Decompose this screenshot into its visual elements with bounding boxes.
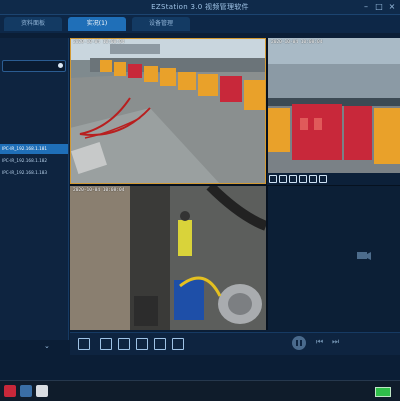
camera-3-timestamp: 2020-10-04 10:08:04 [73, 188, 125, 193]
camera-view-3[interactable]: 2020-10-04 10:08:04 [70, 186, 266, 330]
camera-3-frame [70, 186, 266, 330]
search-icon[interactable] [58, 63, 63, 68]
tab-device-management[interactable]: 设备管理 [132, 17, 190, 31]
device-item[interactable]: IPC-IR_192.168.1.183 [0, 168, 68, 178]
maximize-icon[interactable]: □ [374, 2, 384, 11]
zoom-icon[interactable] [299, 175, 307, 183]
tab-bar: 资料面板 实况(1) 设备管理 [0, 15, 400, 33]
camera-placeholder-icon [357, 252, 371, 260]
title-bar: EZStation 3.0 视频管理软件 – □ × [0, 0, 400, 15]
settings-icon[interactable] [319, 175, 327, 183]
close-icon[interactable]: × [387, 2, 397, 11]
camera-view-2[interactable]: 2020-10-04 10:08:04 [268, 38, 400, 184]
camera-view-4[interactable] [268, 186, 400, 330]
bottom-toolbar: ⏮ ⏭ [70, 332, 400, 355]
chevron-down-icon[interactable]: ⌄ [44, 342, 52, 350]
camera-2-timestamp: 2020-10-04 10:08:04 [271, 40, 323, 45]
search-input[interactable] [2, 60, 66, 72]
camera-view-1[interactable] [70, 38, 266, 184]
close-all-icon[interactable] [172, 338, 184, 350]
camera-2-frame [268, 38, 400, 184]
window-controls: – □ × [361, 2, 397, 11]
layout-grid-icon[interactable] [78, 338, 90, 350]
battery-icon [375, 387, 391, 397]
ptz-icon[interactable] [309, 175, 317, 183]
next-icon[interactable]: ⏭ [332, 337, 339, 347]
record-icon[interactable] [279, 175, 287, 183]
device-panel: IPC-IR_192.168.1.181 IPC-IR_192.168.1.18… [0, 38, 69, 340]
tab-resources[interactable]: 资料面板 [4, 17, 62, 31]
record-all-icon[interactable] [136, 338, 148, 350]
camera-1-frame [70, 38, 266, 184]
app-icon[interactable] [4, 385, 16, 397]
app-icon[interactable] [36, 385, 48, 397]
tab-live[interactable]: 实况(1) [68, 17, 126, 31]
play-icon[interactable] [154, 338, 166, 350]
snapshot-icon[interactable] [269, 175, 277, 183]
device-item[interactable]: IPC-IR_192.168.1.182 [0, 156, 68, 166]
app-icon[interactable] [20, 385, 32, 397]
previous-icon[interactable]: ⏮ [316, 337, 323, 347]
audio-icon[interactable] [289, 175, 297, 183]
minimize-icon[interactable]: – [361, 2, 371, 11]
snapshot-all-icon[interactable] [118, 338, 130, 350]
full-screen-icon[interactable] [100, 338, 112, 350]
app-title: EZStation 3.0 视频管理软件 [151, 3, 249, 11]
camera-1-timestamp: 2020-10-04 10:08:04 [73, 40, 125, 45]
camera-toolbar [267, 173, 400, 185]
pause-button[interactable] [292, 336, 306, 350]
device-item[interactable]: IPC-IR_192.168.1.181 [0, 144, 68, 154]
taskbar [0, 380, 400, 401]
